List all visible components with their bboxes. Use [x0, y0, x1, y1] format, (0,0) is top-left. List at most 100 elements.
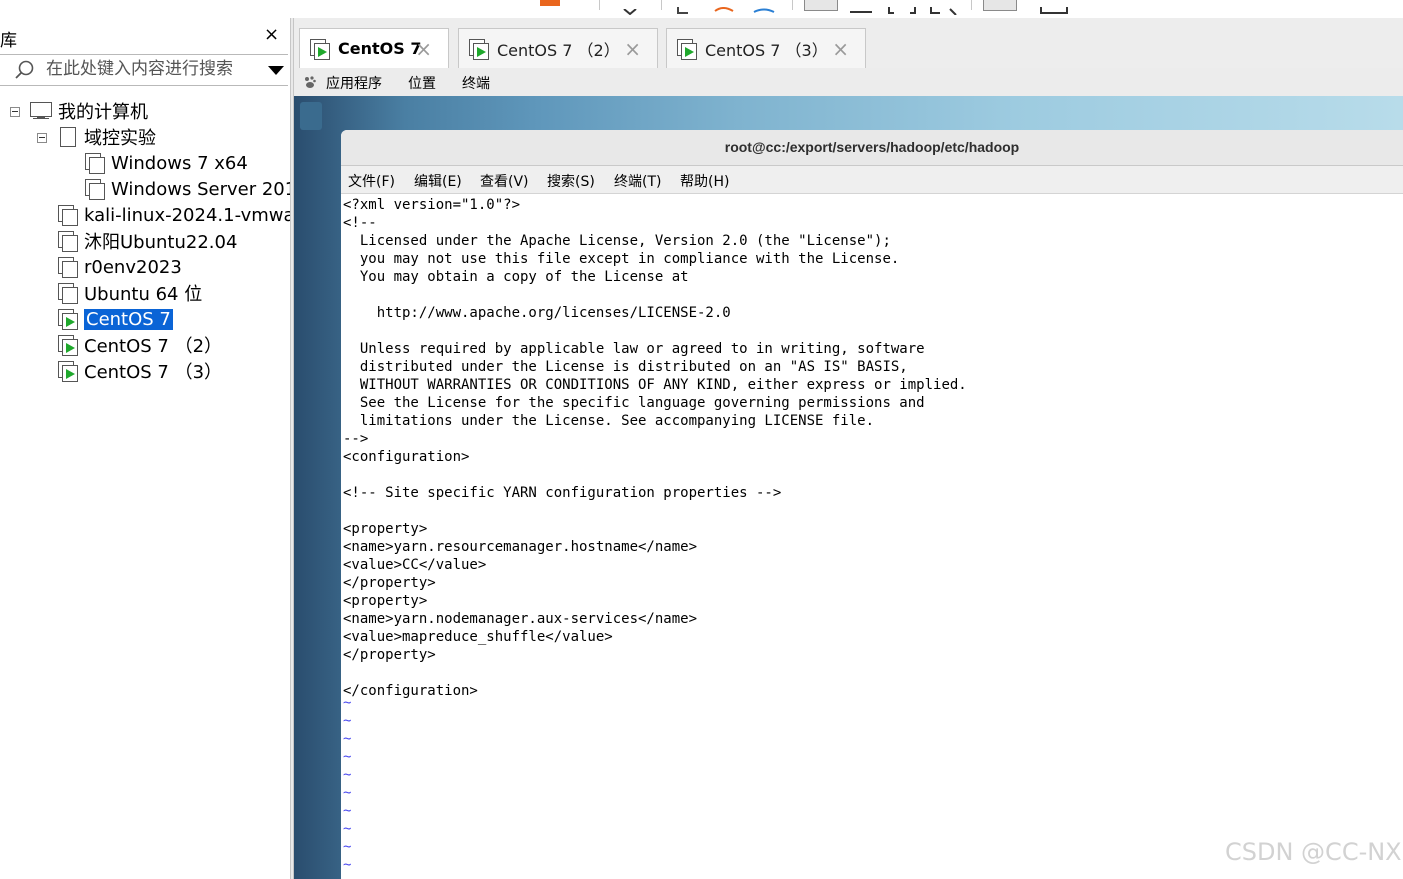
terminal-line: you may not use this file except in comp… [343, 251, 900, 267]
terminal-line: <property> [343, 593, 428, 609]
terminal-line: <!-- [343, 215, 377, 231]
tree-label: 域控实验 [84, 128, 156, 149]
terminal-line: <?xml version="1.0"?> [343, 197, 521, 213]
vm-icon [58, 283, 78, 304]
terminal-line: <name>yarn.nodemanager.aux-services</nam… [343, 611, 698, 627]
vm-icon [58, 205, 78, 226]
vim-empty-line-marker: ~ [343, 839, 352, 855]
menu-edit[interactable]: 编辑(E) [414, 171, 462, 191]
manage-snapshots-icon[interactable] [752, 0, 776, 13]
chevron-down-icon[interactable] [268, 66, 284, 75]
close-icon[interactable]: × [624, 37, 641, 61]
vm-tabbar: CentOS 7 × CentOS 7 （2） × CentOS 7 （3） × [294, 18, 1403, 68]
menu-terminal[interactable]: 终端(T) [614, 171, 661, 191]
tree-label: Windows Server 201 [111, 178, 297, 200]
vim-empty-line-marker: ~ [343, 857, 352, 873]
toolbar-separator [792, 0, 793, 10]
desktop-panel-handle [300, 102, 322, 130]
guest-desktop: root@cc:/export/servers/hadoop/etc/hadoo… [294, 96, 1403, 879]
vm-running-icon [677, 38, 697, 60]
tree-item-vm-selected[interactable]: CentOS 7 [58, 307, 173, 331]
vm-icon [85, 153, 105, 174]
close-library-button[interactable]: × [264, 24, 279, 45]
terminal-line: http://www.apache.org/licenses/LICENSE-2… [343, 305, 731, 321]
terminal-text-area[interactable]: <?xml version="1.0"?> <!-- Licensed unde… [341, 194, 1403, 879]
tree-folder-domain-lab[interactable]: 域控实验 [60, 125, 156, 149]
csdn-watermark: CSDN @CC-NX [1225, 838, 1402, 866]
fullscreen-icon[interactable] [888, 0, 916, 14]
vim-empty-line-marker: ~ [343, 731, 352, 747]
menu-file[interactable]: 文件(F) [348, 171, 395, 191]
tree-label: CentOS 7 [84, 308, 173, 330]
menu-help[interactable]: 帮助(H) [680, 171, 729, 191]
tab-label: CentOS 7 （2） [497, 40, 620, 60]
terminal-line: <configuration> [343, 449, 470, 465]
tree-label: kali-linux-2024.1-vmwa [84, 204, 295, 226]
terminal-line: <!-- Site specific YARN configuration pr… [343, 485, 782, 501]
menu-places[interactable]: 位置 [408, 73, 436, 93]
vim-empty-line-marker: ~ [343, 821, 352, 837]
tab-centos7[interactable]: CentOS 7 × [299, 28, 449, 68]
tree-item-vm[interactable]: CentOS 7 （2） [58, 333, 222, 357]
collapse-root-toggle[interactable] [10, 107, 20, 117]
terminal-titlebar[interactable]: root@cc:/export/servers/hadoop/etc/hadoo… [341, 130, 1403, 166]
vmware-toolbar [0, 0, 1403, 18]
vm-running-icon [58, 335, 78, 356]
vim-empty-line-marker: ~ [343, 713, 352, 729]
tree-item-vm[interactable]: Ubuntu 64 位 [58, 281, 202, 305]
terminal-line: <value>CC</value> [343, 557, 487, 573]
terminal-line: Licensed under the Apache License, Versi… [343, 233, 891, 249]
vim-empty-line-marker: ~ [343, 803, 352, 819]
terminal-line: WITHOUT WARRANTIES OR CONDITIONS OF ANY … [343, 377, 967, 393]
tree-label: 我的计算机 [58, 102, 148, 123]
tree-root-my-computer[interactable]: 我的计算机 [30, 99, 148, 123]
vm-icon [58, 231, 78, 252]
vm-running-icon [58, 361, 78, 382]
folder-icon [60, 127, 76, 147]
vm-running-icon [469, 38, 489, 60]
tree-item-vm[interactable]: 沐阳Ubuntu22.04 [58, 229, 237, 253]
menu-applications[interactable]: 应用程序 [326, 73, 382, 93]
terminal-line: </property> [343, 575, 436, 591]
tree-item-vm[interactable]: Windows 7 x64 [85, 151, 248, 175]
tab-centos7-3[interactable]: CentOS 7 （3） × [666, 28, 866, 68]
computer-icon [30, 101, 52, 121]
view-unity-icon[interactable] [850, 0, 872, 13]
tab-label: CentOS 7 （3） [705, 40, 828, 60]
tab-centos7-2[interactable]: CentOS 7 （2） × [458, 28, 658, 68]
terminal-line: limitations under the License. See accom… [343, 413, 875, 429]
tree-item-vm[interactable]: CentOS 7 （3） [58, 359, 222, 383]
tree-label: Ubuntu 64 位 [84, 284, 203, 305]
dropdown-icon[interactable] [622, 0, 638, 16]
search-input[interactable] [46, 58, 256, 80]
close-icon[interactable]: × [832, 37, 849, 61]
tree-item-vm[interactable]: Windows Server 201 [85, 177, 296, 201]
terminal-line: See the License for the specific languag… [343, 395, 925, 411]
stretch-icon[interactable] [930, 0, 958, 16]
snapshot-icon[interactable] [676, 0, 690, 14]
thumbnail-icon[interactable] [983, 0, 1017, 11]
menu-view[interactable]: 查看(V) [480, 171, 529, 191]
console-view-icon[interactable] [1040, 0, 1068, 14]
terminal-window: root@cc:/export/servers/hadoop/etc/hadoo… [341, 130, 1403, 879]
terminal-line: <name>yarn.resourcemanager.hostname</nam… [343, 539, 698, 555]
menu-terminal[interactable]: 终端 [462, 73, 490, 93]
menu-search[interactable]: 搜索(S) [547, 171, 595, 191]
library-sidebar: 库 × 我的计算机 域控实验 Windows 7 x64 Windows Ser… [0, 18, 296, 879]
close-icon[interactable]: × [415, 37, 432, 61]
terminal-line: </configuration> [343, 683, 478, 699]
terminal-line: Unless required by applicable law or agr… [343, 341, 925, 357]
power-icon[interactable] [540, 0, 560, 6]
tree-item-vm[interactable]: r0env2023 [58, 255, 182, 279]
tree-label: r0env2023 [84, 256, 182, 278]
terminal-line: <value>mapreduce_shuffle</value> [343, 629, 613, 645]
view-console-icon[interactable] [804, 0, 838, 11]
vm-icon [58, 257, 78, 278]
revert-snapshot-icon[interactable] [713, 0, 735, 12]
vim-empty-line-marker: ~ [343, 767, 352, 783]
tree-label: Windows 7 x64 [111, 152, 248, 174]
collapse-folder-toggle[interactable] [37, 133, 47, 143]
terminal-title: root@cc:/export/servers/hadoop/etc/hadoo… [724, 139, 1020, 155]
terminal-menubar: 文件(F) 编辑(E) 查看(V) 搜索(S) 终端(T) 帮助(H) [341, 166, 1403, 194]
tree-item-vm[interactable]: kali-linux-2024.1-vmwa [58, 203, 295, 227]
